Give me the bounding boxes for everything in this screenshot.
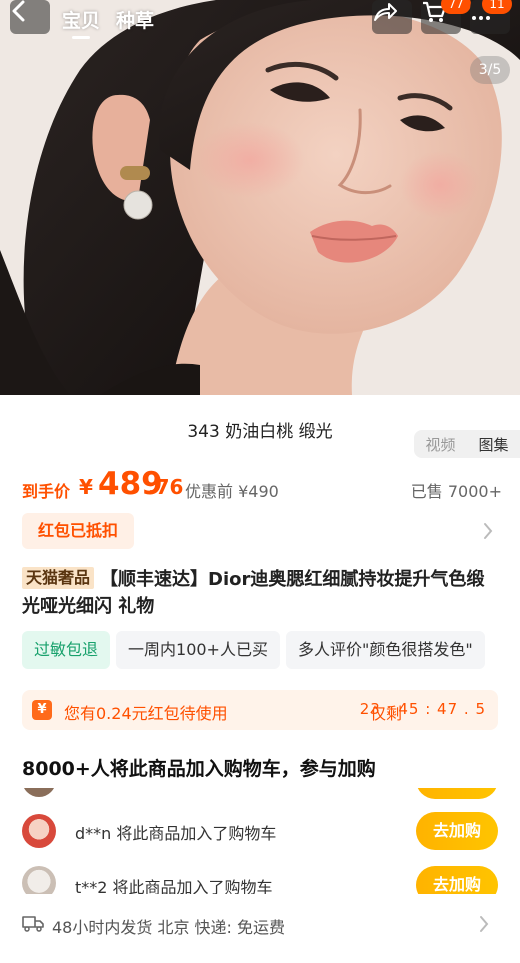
truck-icon — [22, 916, 44, 932]
avatar — [22, 814, 56, 848]
cart-button[interactable]: 77 — [421, 0, 471, 34]
list-item — [22, 788, 498, 806]
countdown-timer: 23 : 45 : 47 . 5 — [359, 700, 486, 718]
avatar — [22, 866, 56, 894]
tag-weekly-buyers[interactable]: 一周内100+人已买 — [116, 631, 280, 669]
add-to-cart-button[interactable] — [416, 788, 498, 799]
cart-activity-text: d**n 将此商品加入了购物车 — [75, 824, 277, 843]
cart-activity-feed: d**n 将此商品加入了购物车 去加购 t**2 将此商品加入了购物车 去加购 — [0, 788, 520, 894]
share-icon — [374, 3, 397, 21]
coupon-row[interactable]: 红包已抵扣 — [22, 513, 502, 551]
avatar — [22, 788, 56, 797]
shipping-row[interactable]: 48小时内发货 北京 快递: 免运费 — [22, 908, 498, 942]
add-to-cart-button[interactable]: 去加购 — [416, 866, 498, 894]
image-pager: 3/5 — [470, 56, 510, 84]
red-packet-text: 您有0.24元红包待使用 — [64, 704, 228, 723]
sold-count: 已售 7000+ — [410, 482, 502, 501]
final-price-label: 到手价 — [22, 482, 71, 501]
add-to-cart-button[interactable]: 去加购 — [416, 812, 498, 850]
list-item: d**n 将此商品加入了购物车 去加购 — [22, 810, 498, 862]
red-packet-bar[interactable]: ¥ 您有0.24元红包待使用 仅剩 23 : 45 : 47 . 5 — [22, 690, 498, 730]
red-packet-deducted-chip: 红包已抵扣 — [22, 513, 134, 549]
cart-activity-text: t**2 将此商品加入了购物车 — [75, 878, 273, 894]
cart-count-badge: 77 — [441, 0, 471, 14]
share-button[interactable] — [372, 0, 412, 34]
tab-product[interactable]: 宝贝 — [62, 6, 100, 39]
tmall-luxury-tag: 天猫奢品 — [22, 567, 95, 589]
highlight-tags: 过敏包退 一周内100+人已买 多人评价"颜色很搭发色" — [22, 631, 485, 669]
media-tab-video[interactable]: 视频 — [425, 434, 455, 455]
red-packet-icon: ¥ — [32, 700, 52, 720]
shipping-info: 48小时内发货 北京 快递: 免运费 — [52, 918, 286, 937]
tag-allergy-return[interactable]: 过敏包退 — [22, 631, 111, 669]
top-tabs: 宝贝 种草 — [62, 6, 154, 39]
list-item: t**2 将此商品加入了购物车 去加购 — [22, 864, 498, 894]
message-count-badge: 11 — [482, 0, 512, 14]
media-tab-gallery[interactable]: 图集 — [478, 434, 508, 455]
product-hero-image[interactable]: 宝贝 种草 77 11 3/5 — [0, 0, 520, 395]
back-button[interactable] — [10, 0, 50, 34]
product-title: 天猫奢品 【顺丰速达】Dior迪奥腮红细腻持妆提升气色缎光哑光细闪 礼物 — [22, 566, 502, 620]
more-button[interactable]: 11 — [470, 0, 512, 34]
price-row: 到手价 ¥ 489 .76 优惠前 ¥490 已售 7000+ — [22, 466, 502, 506]
price-currency: ¥ — [79, 475, 93, 499]
cart-activity-heading: 8000+人将此商品加入购物车，参与加购 — [22, 758, 376, 780]
media-switch[interactable]: 视频 图集 — [414, 430, 520, 458]
tab-seeding[interactable]: 种草 — [116, 6, 154, 33]
back-icon — [12, 0, 25, 22]
chevron-right-icon — [484, 523, 493, 539]
tag-review-highlight[interactable]: 多人评价"颜色很搭发色" — [285, 631, 485, 669]
pre-discount-price: 优惠前 ¥490 — [185, 482, 279, 501]
chevron-right-icon — [480, 916, 489, 932]
top-navigation-bar: 宝贝 种草 77 11 3/5 — [0, 0, 520, 84]
price-decimal: .76 — [148, 475, 184, 499]
